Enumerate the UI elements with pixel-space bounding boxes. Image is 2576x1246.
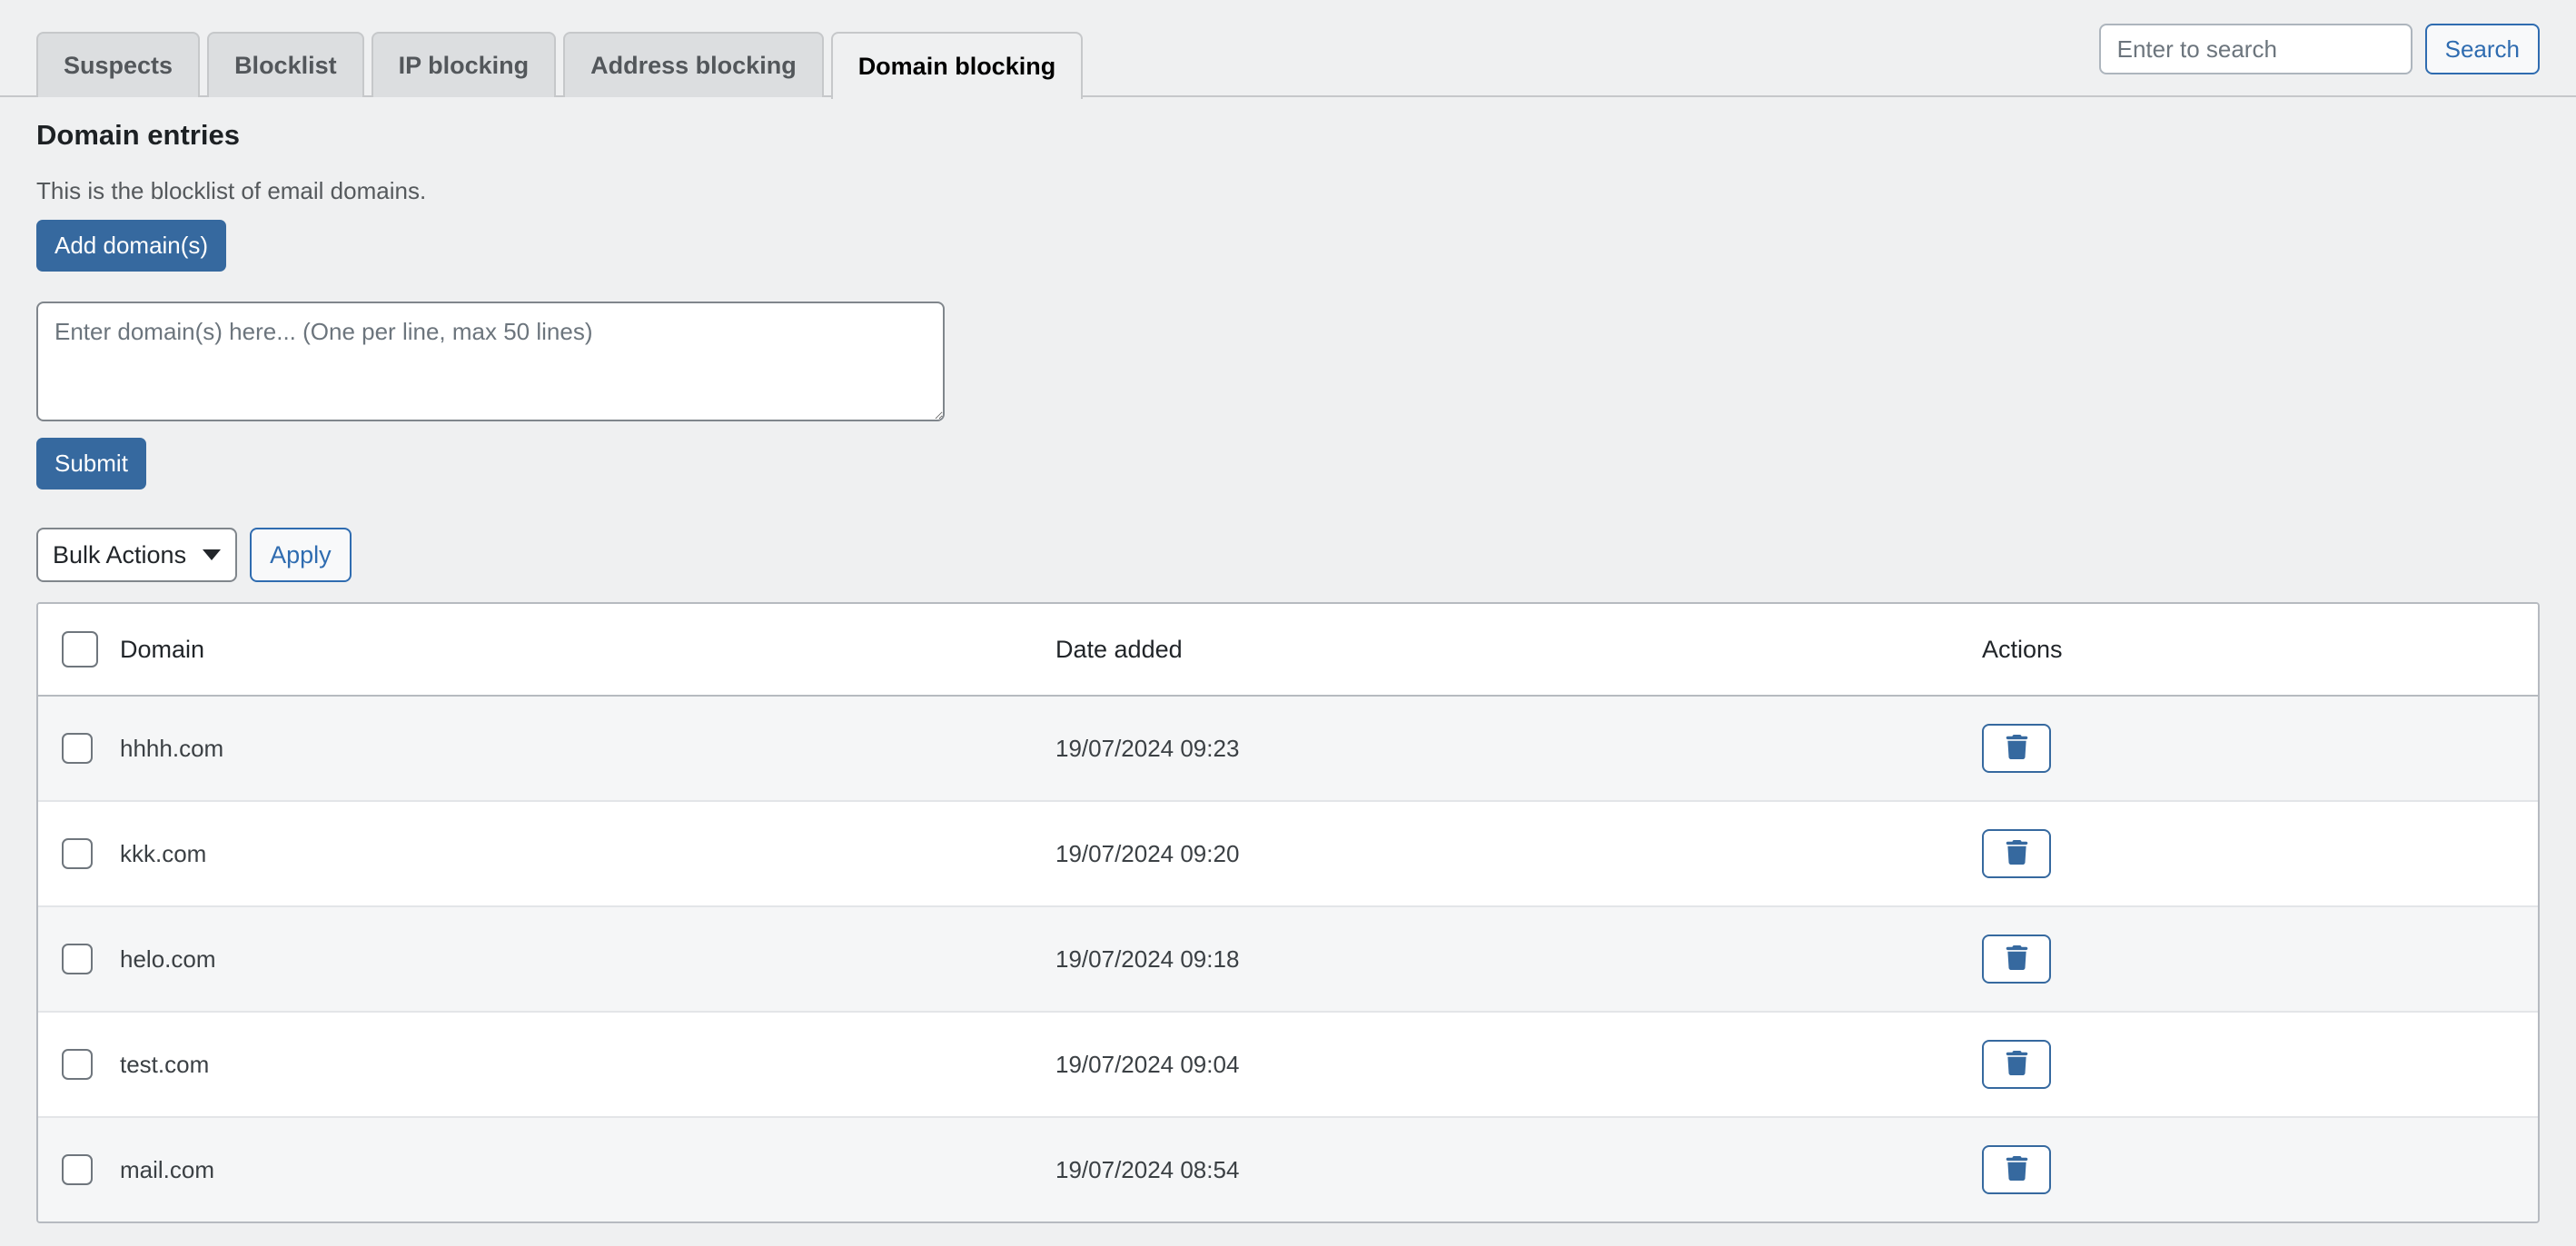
search-button[interactable]: Search: [2424, 24, 2540, 74]
cell-domain: helo.com: [120, 906, 1055, 1013]
delete-row-button[interactable]: [1982, 1145, 2051, 1194]
domain-input-textarea[interactable]: [36, 302, 945, 421]
cell-domain: mail.com: [120, 1117, 1055, 1221]
tab-label: Domain blocking: [857, 52, 1056, 80]
trash-icon: [2005, 1051, 2029, 1078]
page-description: This is the blocklist of email domains.: [36, 177, 427, 204]
row-select-checkbox[interactable]: [62, 1049, 93, 1080]
bulk-actions-selected-label: Bulk Actions: [53, 540, 187, 569]
tab-domain-blocking[interactable]: Domain blocking: [830, 32, 1084, 99]
tab-label: Suspects: [64, 51, 173, 79]
tab-suspects[interactable]: Suspects: [36, 32, 201, 97]
cell-date-added: 19/07/2024 09:23: [1055, 696, 1982, 802]
delete-row-button[interactable]: [1982, 724, 2051, 773]
row-select-cell: [38, 801, 120, 907]
row-select-cell: [38, 696, 120, 802]
bulk-actions-row: Bulk Actions Apply: [36, 528, 2540, 582]
row-select-checkbox[interactable]: [62, 1154, 93, 1185]
cell-actions: [1982, 801, 2538, 907]
trash-icon: [2005, 1156, 2029, 1183]
cell-actions: [1982, 696, 2538, 802]
chevron-down-icon: [203, 549, 222, 560]
cell-actions: [1982, 1012, 2538, 1118]
delete-row-button[interactable]: [1982, 1040, 2051, 1089]
domain-entries-table: Domain Date added Actions hhhh.com 19/07/…: [36, 602, 2540, 1223]
table-body: hhhh.com 19/07/2024 09:23 kkk.com 19/07/202…: [38, 696, 2538, 1221]
row-select-checkbox[interactable]: [62, 944, 93, 974]
table-row: test.com 19/07/2024 09:04: [38, 1012, 2538, 1118]
cell-domain: kkk.com: [120, 801, 1055, 907]
cell-date-added: 19/07/2024 09:20: [1055, 801, 1982, 907]
row-select-cell: [38, 1012, 120, 1118]
apply-button[interactable]: Apply: [250, 528, 352, 582]
tab-ip-blocking[interactable]: IP blocking: [371, 32, 557, 97]
tab-label: Blocklist: [234, 51, 337, 79]
tab-label: IP blocking: [398, 51, 530, 79]
cell-actions: [1982, 906, 2538, 1013]
tab-address-blocking[interactable]: Address blocking: [563, 32, 824, 97]
cell-date-added: 19/07/2024 09:04: [1055, 1012, 1982, 1118]
submit-button[interactable]: Submit: [36, 438, 146, 490]
cell-actions: [1982, 1117, 2538, 1221]
table-row: hhhh.com 19/07/2024 09:23: [38, 696, 2538, 802]
column-actions: Actions: [1982, 604, 2538, 697]
tab-label: Address blocking: [590, 51, 797, 79]
column-domain: Domain: [120, 604, 1055, 697]
page-title: Domain entries: [36, 119, 240, 151]
cell-domain: hhhh.com: [120, 696, 1055, 802]
trash-icon: [2005, 945, 2029, 973]
search-area: Search: [2098, 24, 2540, 74]
select-all-checkbox[interactable]: [62, 631, 98, 668]
main-content: Domain entries This is the blocklist of …: [0, 119, 2576, 1246]
table-row: kkk.com 19/07/2024 09:20: [38, 801, 2538, 907]
cell-date-added: 19/07/2024 08:54: [1055, 1117, 1982, 1221]
table-row: helo.com 19/07/2024 09:18: [38, 906, 2538, 1013]
add-domains-button[interactable]: Add domain(s): [36, 220, 227, 272]
search-input[interactable]: [2098, 24, 2413, 74]
cell-domain: test.com: [120, 1012, 1055, 1118]
cell-date-added: 19/07/2024 09:18: [1055, 906, 1982, 1013]
row-select-checkbox[interactable]: [62, 733, 93, 764]
row-select-checkbox[interactable]: [62, 838, 93, 869]
bulk-actions-select[interactable]: Bulk Actions: [36, 528, 238, 582]
table-row: mail.com 19/07/2024 08:54: [38, 1117, 2538, 1221]
table-header-row: Domain Date added Actions: [38, 604, 2538, 697]
tab-blocklist[interactable]: Blocklist: [207, 32, 364, 97]
row-select-cell: [38, 1117, 120, 1221]
table-header: Domain Date added Actions: [38, 604, 2538, 697]
trash-icon: [2005, 735, 2029, 762]
trash-icon: [2005, 840, 2029, 867]
column-select-all: [38, 604, 120, 697]
row-select-cell: [38, 906, 120, 1013]
column-date-added: Date added: [1055, 604, 1982, 697]
delete-row-button[interactable]: [1982, 934, 2051, 984]
delete-row-button[interactable]: [1982, 829, 2051, 878]
